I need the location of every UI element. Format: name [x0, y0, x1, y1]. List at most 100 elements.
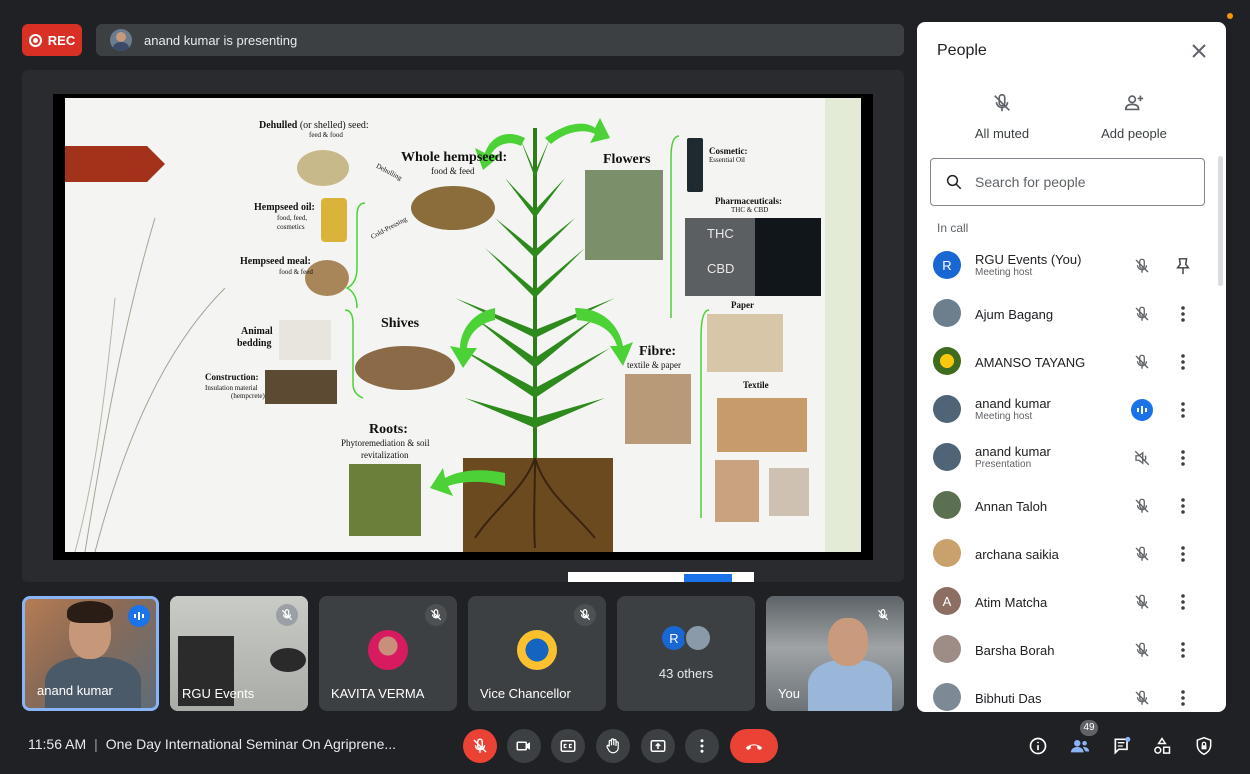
avatar	[368, 630, 408, 670]
participant-row[interactable]: anand kumar Meeting host	[917, 386, 1217, 434]
people-search-box[interactable]	[930, 158, 1205, 206]
participant-row[interactable]: A Atim Matcha	[917, 578, 1217, 626]
pin-button[interactable]	[1173, 255, 1193, 277]
molecule-image	[755, 218, 821, 296]
fibre-title: Fibre:	[639, 344, 677, 359]
tile-name: RGU Events	[182, 686, 255, 701]
construction-image	[265, 370, 337, 404]
participant-row[interactable]: Bibhuti Das	[917, 674, 1217, 712]
whole-seed-image	[411, 186, 495, 230]
in-call-heading: In call	[937, 221, 969, 235]
more-options-button[interactable]	[1173, 591, 1193, 613]
more-options-button[interactable]	[1173, 399, 1193, 421]
participant-tile-you[interactable]: You	[766, 596, 904, 711]
speaking-indicator-icon	[1131, 399, 1153, 421]
mic-off-icon	[574, 604, 596, 626]
notification-dot	[1227, 13, 1233, 19]
chat-icon	[1114, 736, 1131, 755]
more-options-button[interactable]	[1173, 351, 1193, 373]
close-icon	[1192, 44, 1206, 58]
participant-name: anand kumar	[975, 396, 1051, 411]
participant-row[interactable]: archana saikia	[917, 530, 1217, 578]
avatar-initial: R	[933, 251, 961, 279]
add-people-button[interactable]: Add people	[1079, 92, 1189, 141]
shives-title: Shives	[381, 316, 420, 331]
participant-tile-others[interactable]: R 43 others	[617, 596, 755, 711]
shield-lock-icon	[1196, 736, 1212, 756]
meeting-details-button[interactable]	[1024, 732, 1052, 760]
leave-call-button[interactable]	[730, 729, 778, 763]
roots-sub1: Phytoremediation & soil	[341, 438, 430, 448]
chat-button[interactable]	[1108, 732, 1136, 760]
participant-role: Meeting host	[975, 411, 1033, 422]
more-options-button[interactable]	[1173, 639, 1193, 661]
animal-title2: bedding	[237, 338, 272, 349]
all-muted-label: All muted	[974, 126, 1030, 141]
sweater-image	[715, 460, 759, 522]
tile-name: Vice Chancellor	[480, 686, 571, 701]
more-options-button[interactable]	[1173, 543, 1193, 565]
green-arrow	[450, 308, 495, 368]
participant-tile-kavita-verma[interactable]: KAVITA VERMA	[319, 596, 457, 711]
sandals-image	[769, 468, 809, 516]
search-icon	[946, 174, 962, 190]
participant-role: Meeting host	[975, 267, 1033, 278]
activities-button[interactable]	[1148, 732, 1176, 760]
meal-sub: food & feed	[279, 268, 313, 276]
more-options-button[interactable]	[1173, 303, 1193, 325]
tile-name: KAVITA VERMA	[331, 686, 425, 701]
more-options-button[interactable]	[1173, 687, 1193, 709]
roots-image	[349, 464, 421, 536]
shapes-icon	[1154, 737, 1171, 754]
camera-icon	[516, 741, 530, 751]
search-input[interactable]	[975, 174, 1175, 190]
participant-row[interactable]: Annan Taloh	[917, 482, 1217, 530]
raise-hand-button[interactable]	[596, 729, 630, 763]
more-vert-icon	[700, 739, 704, 753]
meal-image	[305, 260, 349, 296]
close-panel-button[interactable]	[1188, 40, 1210, 62]
participant-row[interactable]: R RGU Events (You) Meeting host	[917, 242, 1217, 290]
present-screen-button[interactable]	[641, 729, 675, 763]
camera-toggle-button[interactable]	[507, 729, 541, 763]
others-count-label: 43 others	[658, 666, 714, 681]
red-arrow-shape	[65, 146, 165, 182]
participant-role: Presentation	[975, 459, 1032, 470]
more-options-button[interactable]	[1173, 495, 1193, 517]
participant-row[interactable]: Barsha Borah	[917, 626, 1217, 674]
whole-hempseed-title: Whole hempseed:	[401, 150, 508, 165]
participant-row[interactable]: AMANSO TAYANG	[917, 338, 1217, 386]
people-button[interactable]	[1066, 732, 1094, 760]
panel-scrollbar[interactable]	[1218, 156, 1223, 286]
mic-off-icon	[872, 604, 894, 626]
participant-tile-anand-kumar[interactable]: anand kumar	[22, 596, 159, 711]
avatar	[933, 491, 961, 519]
presenting-text: anand kumar is presenting	[144, 32, 298, 48]
hang-up-icon	[745, 744, 763, 751]
textile-image	[717, 398, 807, 452]
captions-button[interactable]	[551, 729, 585, 763]
participant-row[interactable]: anand kumar Presentation	[917, 434, 1217, 482]
people-count-badge: 49	[1080, 720, 1098, 736]
dehulled-label: Dehulled (or shelled) seed:	[259, 120, 369, 131]
mic-off-icon	[994, 93, 1010, 112]
more-vert-icon	[1181, 450, 1185, 466]
participant-name: Bibhuti Das	[975, 691, 1042, 706]
mic-off-icon	[1131, 303, 1153, 325]
all-muted-button[interactable]: All muted	[947, 92, 1057, 141]
more-vert-icon	[1181, 402, 1185, 418]
paper-title: Paper	[731, 300, 754, 310]
participant-tile-vice-chancellor[interactable]: Vice Chancellor	[468, 596, 606, 711]
host-controls-button[interactable]	[1190, 732, 1218, 760]
textile-title: Textile	[743, 380, 769, 390]
avatar	[684, 624, 712, 652]
more-options-button[interactable]	[685, 729, 719, 763]
microphone-toggle-button[interactable]	[463, 729, 497, 763]
person-add-icon	[1124, 95, 1144, 111]
participant-tile-rgu-events[interactable]: RGU Events	[170, 596, 308, 711]
oil-sub1: food, feed,	[277, 214, 308, 222]
participant-row[interactable]: Ajum Bagang	[917, 290, 1217, 338]
meal-title: Hempseed meal:	[240, 256, 311, 267]
meet-window: REC anand kumar is presenting THC CBD De…	[0, 0, 1250, 774]
more-options-button[interactable]	[1173, 447, 1193, 469]
